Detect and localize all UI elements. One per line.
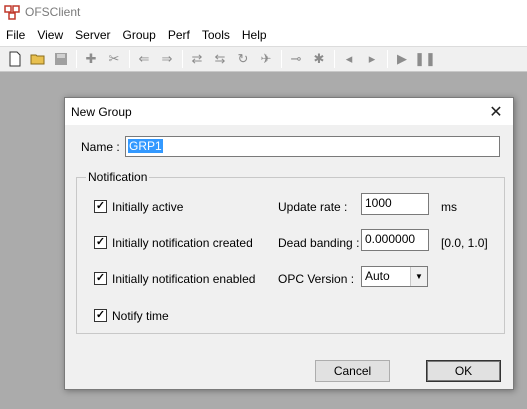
gear-icon[interactable]: ✱ bbox=[308, 49, 330, 69]
ok-button[interactable]: OK bbox=[426, 360, 501, 382]
update-rate-label: Update rate : bbox=[278, 200, 348, 214]
notification-enabled-checkbox[interactable]: ✓ bbox=[94, 272, 107, 285]
forward-icon[interactable]: ▸ bbox=[361, 49, 383, 69]
toolbar-separator bbox=[387, 50, 388, 68]
new-group-dialog: New Group ✕ Name : GRP1 Notification ✓ I… bbox=[64, 97, 514, 390]
opc-version-value: Auto bbox=[365, 269, 390, 283]
arrow-left-icon[interactable]: ⇐ bbox=[133, 49, 155, 69]
dialog-title: New Group bbox=[71, 104, 132, 119]
connect-icon[interactable]: ✚ bbox=[80, 49, 102, 69]
arrow-right-icon[interactable]: ⇒ bbox=[156, 49, 178, 69]
new-document-icon[interactable] bbox=[4, 49, 26, 69]
opc-version-select[interactable]: Auto ▼ bbox=[361, 266, 428, 287]
menu-perf[interactable]: Perf bbox=[162, 28, 196, 42]
menu-server[interactable]: Server bbox=[69, 28, 116, 42]
initially-active-label: Initially active bbox=[112, 200, 184, 214]
menu-view[interactable]: View bbox=[31, 28, 69, 42]
menu-file[interactable]: File bbox=[0, 28, 31, 42]
toolbar-separator bbox=[334, 50, 335, 68]
notify-time-checkbox[interactable]: ✓ bbox=[94, 309, 107, 322]
chevron-down-icon[interactable]: ▼ bbox=[410, 267, 427, 286]
dead-banding-label: Dead banding : bbox=[278, 236, 360, 250]
pause-icon[interactable]: ❚❚ bbox=[414, 49, 436, 69]
menu-tools[interactable]: Tools bbox=[196, 28, 236, 42]
notification-enabled-label: Initially notification enabled bbox=[112, 272, 256, 286]
disconnect-icon[interactable]: ✂ bbox=[103, 49, 125, 69]
toolbar: ✚ ✂ ⇐ ⇒ ⇄ ⇆ ↻ ✈ ⊸ ✱ ◂ ▸ ▶ ❚❚ bbox=[0, 46, 527, 72]
notify-time-label: Notify time bbox=[112, 309, 169, 323]
back-icon[interactable]: ◂ bbox=[338, 49, 360, 69]
menu-group[interactable]: Group bbox=[116, 28, 161, 42]
notification-created-label: Initially notification created bbox=[112, 236, 253, 250]
save-icon[interactable] bbox=[50, 49, 72, 69]
swap-icon[interactable]: ⇄ bbox=[186, 49, 208, 69]
tool-icon[interactable]: ✈ bbox=[255, 49, 277, 69]
update-rate-input[interactable]: 1000 bbox=[361, 193, 429, 215]
app-titlebar: OFSClient bbox=[0, 0, 527, 24]
toolbar-separator bbox=[281, 50, 282, 68]
name-label: Name : bbox=[81, 140, 120, 154]
open-folder-icon[interactable] bbox=[27, 49, 49, 69]
menu-bar: File View Server Group Perf Tools Help bbox=[0, 24, 527, 46]
play-icon[interactable]: ▶ bbox=[391, 49, 413, 69]
menu-help[interactable]: Help bbox=[236, 28, 273, 42]
app-logo-icon bbox=[4, 4, 20, 20]
notification-group-title: Notification bbox=[86, 170, 150, 184]
notification-group: Notification ✓ Initially active ✓ Initia… bbox=[76, 170, 505, 334]
dead-banding-range: [0.0, 1.0] bbox=[441, 236, 488, 250]
initially-active-checkbox[interactable]: ✓ bbox=[94, 200, 107, 213]
app-title: OFSClient bbox=[25, 5, 81, 19]
swap-alt-icon[interactable]: ⇆ bbox=[209, 49, 231, 69]
opc-version-label: OPC Version : bbox=[278, 272, 355, 286]
link-icon[interactable]: ⊸ bbox=[285, 49, 307, 69]
close-icon[interactable]: ✕ bbox=[479, 98, 513, 125]
toolbar-separator bbox=[182, 50, 183, 68]
dialog-titlebar: New Group ✕ bbox=[65, 98, 513, 125]
name-value: GRP1 bbox=[128, 139, 163, 153]
update-rate-unit: ms bbox=[441, 200, 457, 214]
name-input[interactable]: GRP1 bbox=[125, 136, 500, 157]
toolbar-separator bbox=[76, 50, 77, 68]
cancel-button[interactable]: Cancel bbox=[315, 360, 390, 382]
notification-created-checkbox[interactable]: ✓ bbox=[94, 236, 107, 249]
refresh-icon[interactable]: ↻ bbox=[232, 49, 254, 69]
toolbar-separator bbox=[129, 50, 130, 68]
dead-banding-input[interactable]: 0.000000 bbox=[361, 229, 429, 251]
